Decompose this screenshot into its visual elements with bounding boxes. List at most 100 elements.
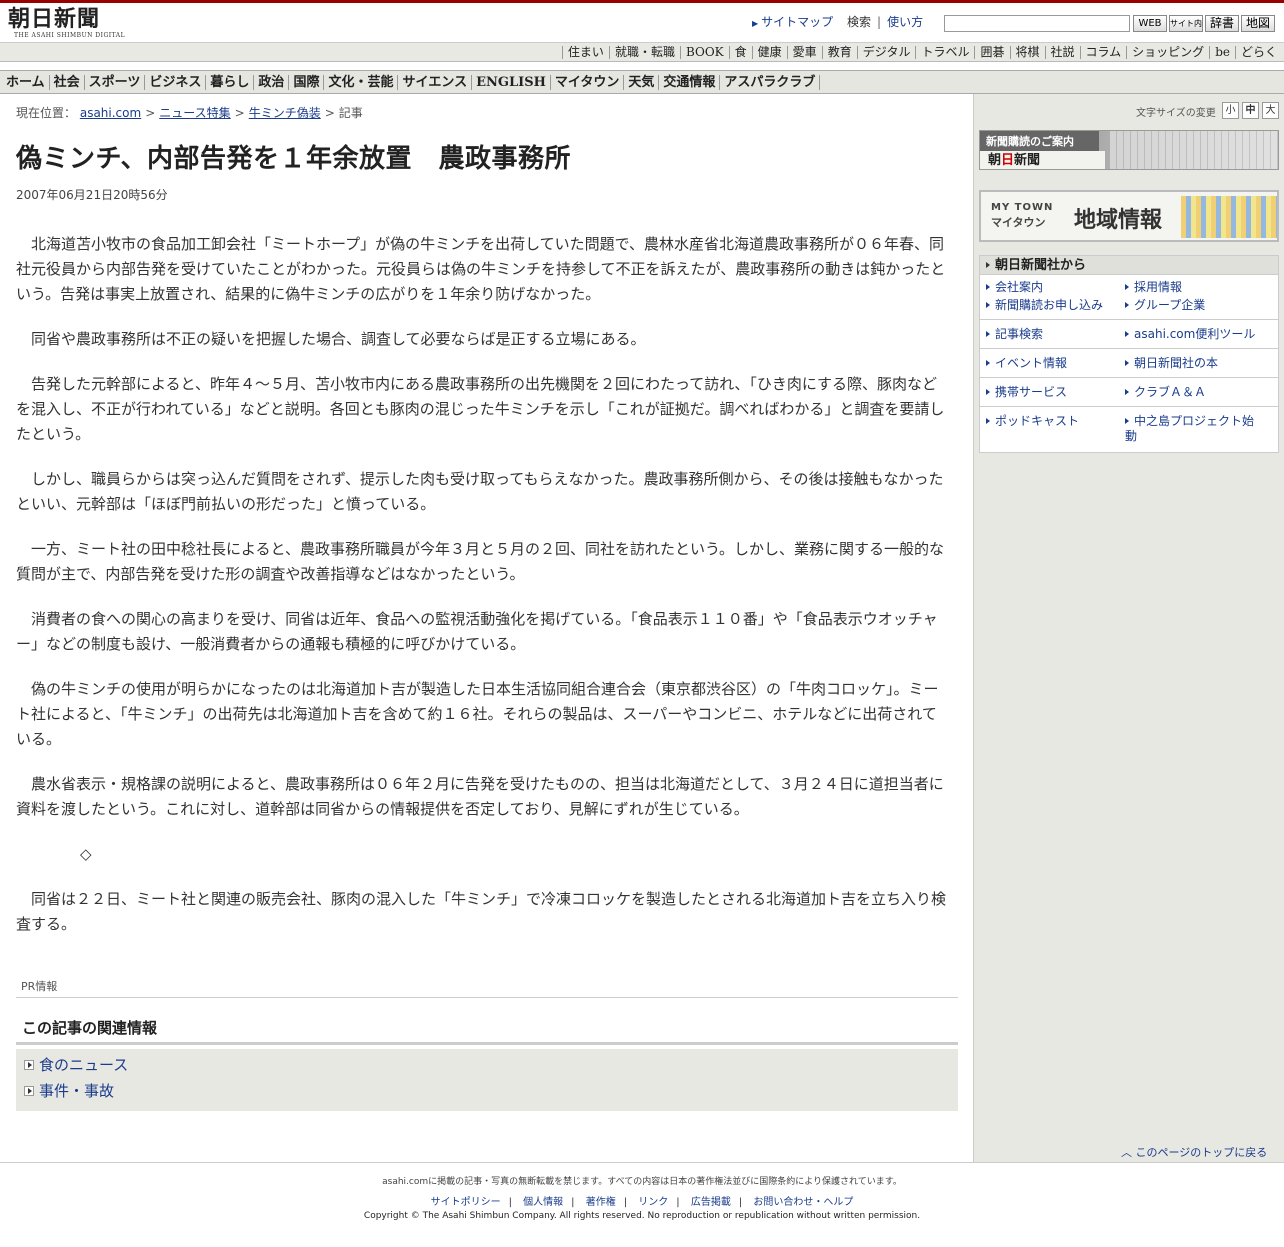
main-nav: ホーム 社会 スポーツ ビジネス 暮らし 政治 国際 文化・芸能 サイエンス E… xyxy=(0,70,1284,94)
article-date: 2007年06月21日20時56分 xyxy=(16,188,168,202)
howto-link[interactable]: 使い方 xyxy=(887,13,923,30)
breadcrumb-link[interactable]: ニュース特集 xyxy=(159,106,230,120)
site-logo[interactable]: 朝日新聞 THE ASAHI SHIMBUN DIGITAL xyxy=(8,6,125,39)
footer-link[interactable]: 著作権 xyxy=(586,1197,616,1208)
arrow-right-icon xyxy=(1125,302,1129,308)
category-link[interactable]: 健康 xyxy=(751,46,787,59)
logo-char: 日 xyxy=(1001,153,1015,168)
article-paragraph: 農水省表示・規格課の説明によると、農政事務所は０６年２月に告発を受けたものの、担… xyxy=(16,775,944,818)
category-link[interactable]: be xyxy=(1209,46,1235,59)
footer-link[interactable]: 個人情報 xyxy=(523,1197,563,1208)
font-size-medium-button[interactable]: 中 xyxy=(1242,102,1259,119)
related-link[interactable]: 食のニュース xyxy=(24,1054,128,1075)
company-link[interactable]: 朝日新聞社の本 xyxy=(1125,356,1218,371)
company-link[interactable]: グループ企業 xyxy=(1125,298,1205,313)
nav-item-international[interactable]: 国際 xyxy=(289,74,325,90)
search-dictionary-button[interactable]: 辞書 xyxy=(1205,15,1239,32)
category-bar: 住まい 就職・転職 BOOK 食 健康 愛車 教育 デジタル トラベル 囲碁 将… xyxy=(0,42,1284,62)
related-link-label: 食のニュース xyxy=(39,1056,129,1074)
category-link[interactable]: 社説 xyxy=(1044,46,1080,59)
company-link[interactable]: ポッドキャスト xyxy=(986,414,1079,429)
company-link-label: asahi.com便利ツール xyxy=(1134,327,1256,341)
category-link[interactable]: 住まい xyxy=(561,46,609,59)
expand-icon xyxy=(24,1060,34,1070)
company-link[interactable]: asahi.com便利ツール xyxy=(1125,327,1255,342)
divider: | xyxy=(738,1197,743,1208)
footer-link[interactable]: サイトポリシー xyxy=(431,1197,501,1208)
divider: | xyxy=(571,1197,575,1208)
article-title: 偽ミンチ、内部告発を１年余放置 農政事務所 xyxy=(16,144,571,174)
footer-links: サイトポリシー | 個人情報 | 著作権 | リンク | 広告掲載 | お問い合わせ・ヘル… xyxy=(0,1193,1284,1208)
breadcrumb-separator: > xyxy=(145,106,156,120)
category-link[interactable]: 将棋 xyxy=(1009,46,1045,59)
category-link[interactable]: BOOK xyxy=(679,46,729,59)
breadcrumb-link[interactable]: asahi.com xyxy=(80,106,141,120)
nav-item-home[interactable]: ホーム xyxy=(2,74,50,90)
nav-item-english[interactable]: ENGLISH xyxy=(472,74,551,90)
category-link[interactable]: 食 xyxy=(728,46,752,59)
company-links-box: 朝日新聞社から 会社案内 採用情報 新聞購読お申し込み グループ企業 記事検索 … xyxy=(979,255,1279,453)
breadcrumb-link[interactable]: 牛ミンチ偽装 xyxy=(249,106,321,120)
category-link[interactable]: トラベル xyxy=(915,46,974,59)
page-top-label: このページのトップに戻る xyxy=(1135,1146,1268,1159)
sitemap-link[interactable]: サイトマップ xyxy=(761,13,833,30)
related-link[interactable]: 事件・事故 xyxy=(24,1080,114,1101)
category-link[interactable]: どらく xyxy=(1234,46,1282,59)
arrow-right-icon xyxy=(1125,331,1129,337)
company-link[interactable]: 会社案内 xyxy=(986,280,1043,295)
nav-item-traffic[interactable]: 交通情報 xyxy=(659,74,721,90)
company-link[interactable]: イベント情報 xyxy=(986,356,1067,371)
divider: | xyxy=(508,1197,512,1208)
breadcrumb-current: 記事 xyxy=(338,106,363,120)
company-link[interactable]: クラブＡ＆Ａ xyxy=(1125,385,1206,400)
company-link-label: 携帯サービス xyxy=(995,385,1068,399)
category-link[interactable]: ショッピング xyxy=(1126,46,1209,59)
company-link[interactable]: 携帯サービス xyxy=(986,385,1067,400)
company-link-label: 朝日新聞社の本 xyxy=(1134,356,1219,370)
company-link[interactable]: 記事検索 xyxy=(986,327,1043,342)
category-link[interactable]: 囲碁 xyxy=(974,46,1009,59)
breadcrumb-separator: > xyxy=(234,106,245,120)
category-link[interactable]: 教育 xyxy=(821,46,857,59)
category-link[interactable]: デジタル xyxy=(856,46,916,59)
company-link[interactable]: 新聞購読お申し込み xyxy=(986,298,1103,313)
category-link[interactable]: 就職・転職 xyxy=(608,46,680,59)
company-link-label: クラブＡ＆Ａ xyxy=(1134,385,1207,399)
font-size-large-button[interactable]: 大 xyxy=(1262,102,1279,119)
arrow-right-icon xyxy=(986,360,990,366)
sidebar: 文字サイズの変更 小 中 大 新聞購読のご案内 朝日新聞 MY TOWN マイタ… xyxy=(973,94,1284,1162)
nav-item-asparaclub[interactable]: アスパラクラブ xyxy=(720,74,821,90)
category-link[interactable]: 愛車 xyxy=(786,46,822,59)
nav-item-weather[interactable]: 天気 xyxy=(624,74,660,90)
nav-item-society[interactable]: 社会 xyxy=(50,74,85,90)
nav-item-sports[interactable]: スポーツ xyxy=(85,74,146,90)
page-top-link[interactable]: ︿ このページのトップに戻る xyxy=(1121,1144,1267,1160)
nav-item-mytown[interactable]: マイタウン xyxy=(551,74,625,90)
nav-item-politics[interactable]: 政治 xyxy=(254,74,290,90)
search-input[interactable] xyxy=(944,15,1130,32)
arrow-right-icon xyxy=(1125,360,1129,366)
arrow-right-icon xyxy=(1125,418,1129,424)
mytown-banner[interactable]: MY TOWN マイタウン 地域情報 xyxy=(979,190,1279,242)
search-map-button[interactable]: 地図 xyxy=(1241,15,1275,32)
nav-item-science[interactable]: サイエンス xyxy=(398,74,473,90)
footer-link[interactable]: お問い合わせ・ヘルプ xyxy=(753,1197,853,1208)
nav-item-culture[interactable]: 文化・芸能 xyxy=(324,74,399,90)
footer-link[interactable]: リンク xyxy=(638,1197,668,1208)
nav-item-life[interactable]: 暮らし xyxy=(206,74,255,90)
search-web-button[interactable]: WEB xyxy=(1133,15,1167,32)
top-header: 朝日新聞 THE ASAHI SHIMBUN DIGITAL ▶ サイトマップ 検… xyxy=(0,0,1284,42)
article-paragraph: 北海道苫小牧市の食品加工卸会社「ミートホープ」が偽の牛ミンチを出荷していた問題で… xyxy=(16,235,946,303)
footer-link[interactable]: 広告掲載 xyxy=(691,1197,731,1208)
article-paragraph: 偽の牛ミンチの使用が明らかになったのは北海道加ト吉が製造した日本生活協同組合連合… xyxy=(16,680,939,748)
banner-text: 新聞購読のご案内 xyxy=(986,135,1074,148)
article-paragraph: しかし、職員らからは突っ込んだ質問をされず、提示した肉も受け取ってもらえなかった… xyxy=(16,470,944,513)
subscription-banner[interactable]: 新聞購読のご案内 朝日新聞 xyxy=(979,130,1279,170)
copyright: Copyright © The Asahi Shimbun Company. A… xyxy=(363,1211,921,1221)
nav-item-business[interactable]: ビジネス xyxy=(145,74,207,90)
category-link[interactable]: コラム xyxy=(1079,46,1127,59)
company-link[interactable]: 中之島プロジェクト始動 xyxy=(1125,414,1265,444)
font-size-small-button[interactable]: 小 xyxy=(1222,102,1239,119)
company-link[interactable]: 採用情報 xyxy=(1125,280,1182,295)
search-site-button[interactable]: サイト内 xyxy=(1169,15,1203,32)
